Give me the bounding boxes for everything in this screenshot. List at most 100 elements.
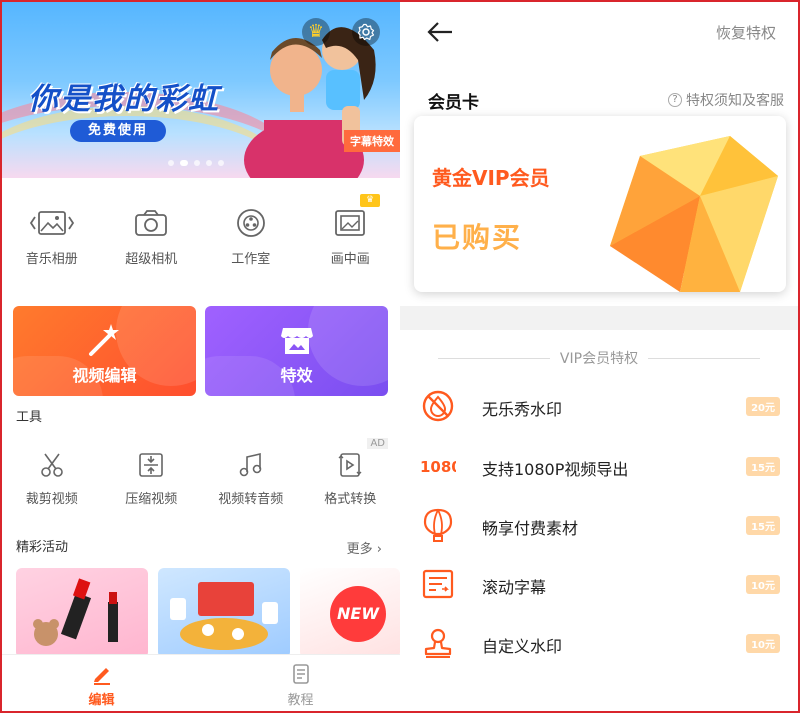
- gear-icon[interactable]: [352, 18, 380, 46]
- perk-price-badge: 10元: [746, 575, 780, 594]
- carousel-dots[interactable]: [168, 160, 224, 166]
- tab-tutorial[interactable]: 教程: [201, 655, 400, 711]
- tool-video-to-audio[interactable]: 视频转音频: [201, 452, 301, 516]
- edit-icon: [93, 668, 110, 685]
- divider-line: [438, 357, 550, 359]
- video-edit-label: 视频编辑: [72, 366, 137, 385]
- scissors-icon: [40, 453, 63, 477]
- bottom-tab-bar: 编辑 教程: [2, 654, 400, 711]
- member-card-title: 会员卡: [428, 93, 479, 113]
- perk-price-badge: 10元: [746, 634, 780, 653]
- promo-card-food[interactable]: [158, 568, 290, 658]
- perk-label: 畅享付费素材: [482, 519, 579, 538]
- perk-label: 自定义水印: [482, 637, 563, 656]
- store-effects-icon: [280, 328, 313, 354]
- perk-row[interactable]: 无乐秀水印 20元: [400, 386, 798, 426]
- subtitle-effect-tag: 字幕特效: [344, 130, 400, 152]
- promo-banner[interactable]: 你是我的彩虹 免费使用 ♛ 字幕特效: [2, 2, 400, 178]
- tool-label: 格式转换: [324, 492, 377, 507]
- quick-action-music-album[interactable]: 音乐相册: [2, 202, 102, 282]
- carousel-dot[interactable]: [168, 160, 174, 166]
- carousel-dot-active[interactable]: [180, 160, 188, 166]
- compress-icon: [139, 453, 164, 477]
- film-reel-icon: [236, 209, 265, 237]
- scrolling-subtitle-icon: [420, 568, 456, 600]
- more-link[interactable]: 更多 ›: [347, 538, 382, 557]
- carousel-dot[interactable]: [218, 160, 224, 166]
- perk-label: 无乐秀水印: [482, 400, 563, 419]
- lipstick-image: [33, 578, 118, 646]
- vip-crown-badge: ♛: [360, 194, 380, 207]
- perk-row[interactable]: 1080 支持1080P视频导出 15元: [400, 446, 798, 486]
- tool-label: 压缩视频: [125, 492, 178, 507]
- video-edit-card[interactable]: 视频编辑: [13, 306, 196, 396]
- quick-action-super-camera[interactable]: 超级相机: [102, 202, 202, 282]
- magic-wand-icon: [88, 324, 119, 356]
- vip-privileges-screen: 恢复特权 会员卡 ? 特权须知及客服 黄金VIP会员 已购买 VIP会员特权 无…: [400, 2, 798, 711]
- divider-line: [648, 357, 760, 359]
- perk-label: 支持1080P视频导出: [482, 460, 629, 479]
- perk-row[interactable]: 自定义水印 10元: [400, 623, 798, 663]
- new-badge: NEW: [330, 586, 386, 642]
- perk-price-badge: 15元: [746, 516, 780, 535]
- perks-title: VIP会员特权: [559, 351, 639, 367]
- perk-label: 滚动字幕: [482, 578, 547, 597]
- effects-label: 特效: [280, 366, 313, 385]
- tutorial-icon: [292, 664, 309, 684]
- tools-title: 工具: [16, 410, 43, 425]
- quick-action-label: 工作室: [231, 252, 271, 267]
- tool-trim-video[interactable]: 裁剪视频: [2, 452, 102, 516]
- hd-1080-icon: 1080: [420, 450, 456, 482]
- perks-header: VIP会员特权: [438, 348, 760, 368]
- camera-icon: [135, 210, 168, 236]
- perk-row[interactable]: 滚动字幕 10元: [400, 564, 798, 604]
- tool-format-convert[interactable]: AD 格式转换: [301, 438, 401, 516]
- question-icon: ?: [668, 93, 682, 107]
- quick-action-label: 音乐相册: [25, 252, 78, 267]
- balloon-icon: [420, 508, 456, 542]
- section-separator: [400, 306, 798, 330]
- promo-card-new[interactable]: NEW: [300, 568, 400, 658]
- quick-actions-row: 音乐相册 超级相机 工作室 ♛ 画中画: [2, 194, 401, 282]
- crown-icon[interactable]: ♛: [302, 18, 330, 46]
- no-watermark-icon: [420, 390, 456, 422]
- chevron-right-icon: ›: [376, 542, 382, 557]
- free-use-button[interactable]: 免费使用: [70, 120, 166, 142]
- privilege-help-link[interactable]: ? 特权须知及客服: [668, 90, 784, 110]
- perk-price-badge: 15元: [746, 457, 780, 476]
- tab-label: 编辑: [88, 693, 115, 708]
- tab-label: 教程: [287, 693, 314, 708]
- gold-vip-card: 黄金VIP会员 已购买: [414, 116, 786, 292]
- photo-album-icon: [29, 211, 74, 235]
- promo-card-lipstick[interactable]: [16, 568, 148, 658]
- perk-price-badge: 20元: [746, 397, 780, 416]
- tool-compress-video[interactable]: 压缩视频: [102, 452, 202, 516]
- format-convert-icon: [338, 453, 362, 477]
- editor-home-screen: 你是我的彩虹 免费使用 ♛ 字幕特效 音乐相册 超级相机 工作室 ♛ 画中画 视…: [2, 2, 400, 711]
- help-label: 特权须知及客服: [686, 93, 784, 109]
- tool-label: 裁剪视频: [25, 492, 78, 507]
- quick-action-label: 超级相机: [125, 252, 178, 267]
- restore-privileges-button[interactable]: 恢复特权: [716, 22, 776, 43]
- more-label: 更多: [346, 542, 373, 557]
- tools-row: 裁剪视频 压缩视频 视频转音频 AD 格式转换: [2, 438, 401, 516]
- banner-headline: 你是我的彩虹: [28, 82, 220, 117]
- svg-text:1080: 1080: [420, 458, 456, 476]
- member-card-section: 恢复特权 会员卡 ? 特权须知及客服 黄金VIP会员 已购买: [400, 2, 798, 302]
- ad-badge: AD: [367, 438, 388, 449]
- tab-edit[interactable]: 编辑: [2, 655, 201, 711]
- quick-action-picture-in-picture[interactable]: ♛ 画中画: [301, 194, 401, 282]
- tool-label: 视频转音频: [218, 492, 284, 507]
- activities-title: 精彩活动: [16, 540, 69, 555]
- picture-in-picture-icon: [335, 210, 366, 236]
- quick-action-label: 画中画: [330, 252, 370, 267]
- music-note-icon: [239, 452, 262, 477]
- back-arrow-icon[interactable]: [426, 20, 454, 44]
- carousel-dot[interactable]: [194, 160, 200, 166]
- perk-row[interactable]: 畅享付费素材 15元: [400, 505, 798, 545]
- effects-card[interactable]: 特效: [205, 306, 388, 396]
- carousel-dot[interactable]: [206, 160, 212, 166]
- food-gift-image: [170, 582, 278, 650]
- diamond-icon: [610, 136, 778, 292]
- quick-action-studio[interactable]: 工作室: [201, 202, 301, 282]
